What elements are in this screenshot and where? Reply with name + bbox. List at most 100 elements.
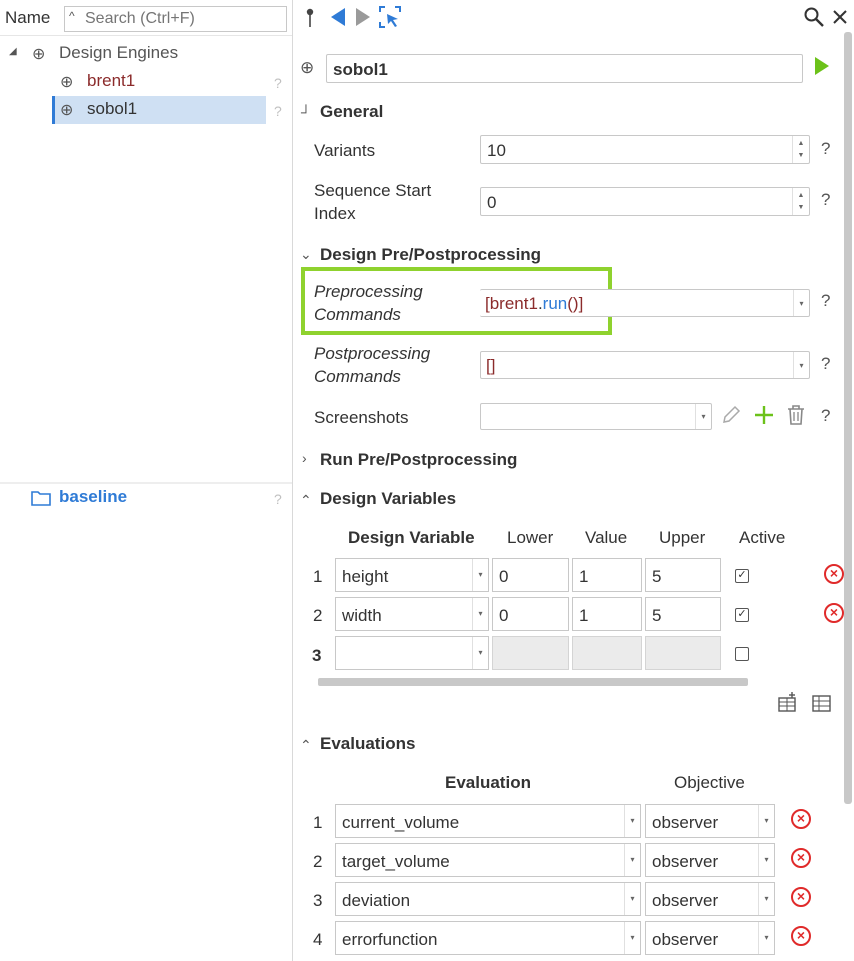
section-run-prepost-title[interactable]: Run Pre/Postprocessing — [320, 450, 517, 470]
help-icon[interactable]: ? — [821, 406, 830, 426]
chevron-down-icon[interactable]: ▾ — [624, 805, 640, 837]
design-variable-dropdown[interactable]: width ▾ — [335, 597, 489, 631]
evaluation-dropdown[interactable]: current_volume ▾ — [335, 804, 641, 838]
evaluation-dropdown[interactable]: errorfunction ▾ — [335, 921, 641, 955]
search-icon[interactable] — [803, 6, 825, 28]
postprocessing-commands-value: [] — [486, 356, 496, 375]
chevron-down-icon[interactable]: ▾ — [758, 844, 774, 876]
chevron-down-icon[interactable]: ▾ — [695, 404, 711, 429]
chevron-down-icon[interactable]: ⌄ — [300, 246, 312, 263]
objective-dropdown[interactable]: observer ▾ — [645, 804, 775, 838]
delete-icon[interactable]: × — [791, 848, 811, 868]
active-checkbox[interactable]: ✓ — [735, 608, 749, 622]
table-options-icon[interactable] — [811, 692, 833, 714]
select-target-icon[interactable] — [378, 5, 402, 29]
evaluation-name: errorfunction — [342, 930, 438, 949]
chevron-down-icon[interactable]: ▾ — [472, 637, 488, 669]
horizontal-scrollbar[interactable] — [318, 678, 748, 686]
delete-icon[interactable]: × — [791, 926, 811, 946]
sequence-start-spinbox[interactable]: 0 ▲ ▼ — [480, 187, 810, 216]
pin-icon[interactable] — [304, 7, 316, 29]
engine-name-value: sobol1 — [333, 60, 388, 79]
chevron-right-icon[interactable]: › — [302, 450, 307, 466]
chevron-down-icon[interactable]: ▾ — [758, 883, 774, 915]
help-icon[interactable]: ? — [821, 291, 830, 311]
column-header-value[interactable]: Value — [585, 528, 627, 548]
delete-icon[interactable]: × — [791, 809, 811, 829]
close-icon[interactable] — [832, 9, 848, 25]
design-variable-dropdown[interactable]: ▾ — [335, 636, 489, 670]
forward-arrow-icon[interactable] — [354, 6, 372, 28]
chevron-down-icon[interactable]: ▾ — [624, 883, 640, 915]
collapse-triangle-icon[interactable]: ◢ — [9, 46, 17, 57]
help-icon[interactable]: ? — [274, 75, 282, 91]
panel-divider[interactable] — [292, 0, 293, 961]
section-design-prepost-title[interactable]: Design Pre/Postprocessing — [320, 245, 541, 265]
add-column-icon[interactable] — [776, 692, 798, 714]
column-header-upper[interactable]: Upper — [659, 528, 705, 548]
chevron-down-icon[interactable]: ▾ — [793, 352, 809, 378]
objective-dropdown[interactable]: observer ▾ — [645, 921, 775, 955]
help-icon[interactable]: ? — [821, 139, 830, 159]
search-input[interactable] — [83, 9, 283, 29]
preprocessing-commands-field[interactable]: [brent1.run()] ▾ — [480, 289, 810, 317]
objective-dropdown[interactable]: observer ▾ — [645, 882, 775, 916]
value-field[interactable]: 1 — [572, 558, 642, 592]
spinner[interactable]: ▲ ▼ — [792, 188, 809, 215]
help-icon[interactable]: ? — [274, 491, 282, 507]
lower-field[interactable]: 0 — [492, 558, 569, 592]
chevron-down-icon[interactable]: ▾ — [758, 805, 774, 837]
chevron-up-icon[interactable]: ⌃ — [300, 492, 312, 509]
run-icon[interactable] — [813, 56, 831, 76]
postprocessing-commands-field[interactable]: [] ▾ — [480, 351, 810, 379]
row-number: 2 — [313, 852, 323, 871]
lower-field[interactable]: 0 — [492, 597, 569, 631]
evaluation-dropdown[interactable]: target_volume ▾ — [335, 843, 641, 877]
column-header-lower[interactable]: Lower — [507, 528, 553, 548]
chevron-down-icon[interactable]: ▾ — [793, 290, 809, 316]
active-checkbox[interactable]: ✓ — [735, 569, 749, 583]
tree-root-design-engines[interactable]: ⊕ Design Engines — [32, 40, 272, 68]
spinner[interactable]: ▲ ▼ — [792, 136, 809, 163]
chevron-down-icon[interactable]: ▾ — [472, 559, 488, 591]
column-header-design-variable[interactable]: Design Variable — [348, 528, 475, 548]
upper-field[interactable]: 5 — [645, 558, 721, 592]
chevron-down-icon[interactable]: ▾ — [758, 922, 774, 954]
tree-item-brent1[interactable]: ⊕ brent1 — [60, 68, 270, 96]
delete-icon[interactable]: × — [824, 603, 844, 623]
section-evaluations-title[interactable]: Evaluations — [320, 734, 415, 754]
column-header-objective[interactable]: Objective — [674, 773, 745, 793]
back-arrow-icon[interactable] — [329, 6, 347, 28]
chevron-up-icon[interactable]: ^ — [69, 9, 75, 23]
variants-spinbox[interactable]: 10 ▲ ▼ — [480, 135, 810, 164]
screenshots-dropdown[interactable]: ▾ — [480, 403, 712, 430]
collapse-icon[interactable]: ┘ — [301, 104, 311, 120]
section-general-title[interactable]: General — [320, 102, 383, 122]
tree-item-baseline[interactable]: baseline — [31, 484, 271, 512]
value-field[interactable]: 1 — [572, 597, 642, 631]
upper-field[interactable]: 5 — [645, 597, 721, 631]
column-header-evaluation[interactable]: Evaluation — [445, 773, 531, 793]
section-design-variables-title[interactable]: Design Variables — [320, 489, 456, 509]
trash-icon[interactable] — [786, 404, 806, 426]
chevron-down-icon[interactable]: ▾ — [624, 844, 640, 876]
delete-icon[interactable]: × — [824, 564, 844, 584]
help-icon[interactable]: ? — [274, 103, 282, 119]
evaluation-dropdown[interactable]: deviation ▾ — [335, 882, 641, 916]
help-icon[interactable]: ? — [821, 354, 830, 374]
help-icon[interactable]: ? — [821, 190, 830, 210]
objective-dropdown[interactable]: observer ▾ — [645, 843, 775, 877]
chevron-down-icon[interactable]: ▾ — [624, 922, 640, 954]
tree-item-sobol1[interactable]: ⊕ sobol1 — [60, 96, 270, 124]
vertical-scrollbar[interactable] — [844, 32, 852, 804]
edit-pencil-icon[interactable] — [720, 404, 742, 426]
search-box[interactable]: ^ — [64, 6, 287, 32]
column-header-active[interactable]: Active — [739, 528, 785, 548]
add-icon[interactable] — [753, 404, 775, 426]
chevron-down-icon[interactable]: ▾ — [472, 598, 488, 630]
chevron-up-icon[interactable]: ⌃ — [300, 737, 312, 754]
delete-icon[interactable]: × — [791, 887, 811, 907]
design-variable-dropdown[interactable]: height ▾ — [335, 558, 489, 592]
active-checkbox[interactable] — [735, 647, 749, 661]
engine-name-field[interactable]: sobol1 — [326, 54, 803, 83]
